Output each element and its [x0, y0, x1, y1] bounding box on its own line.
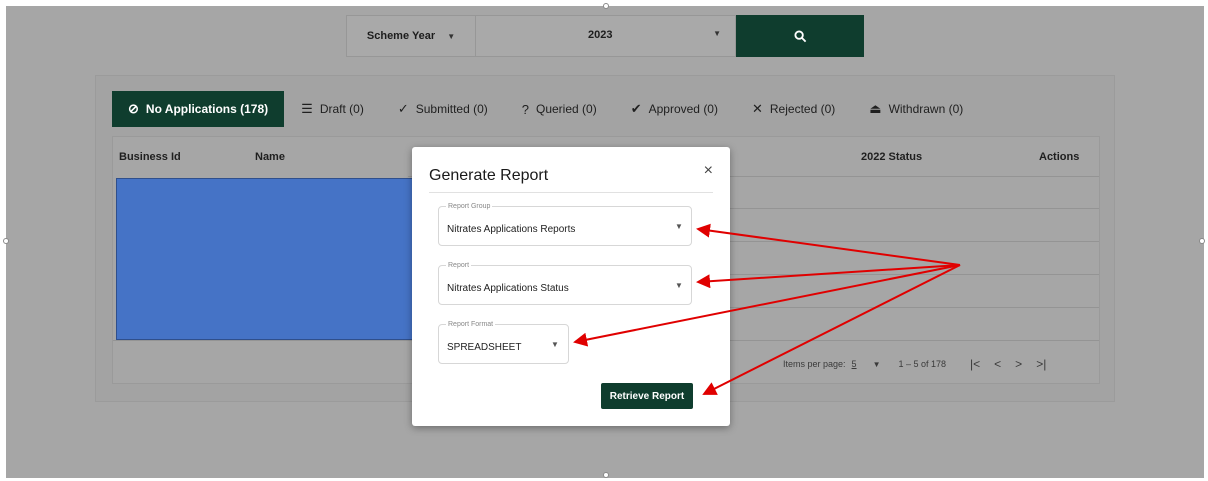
chevron-down-icon[interactable]: ▼ — [873, 360, 881, 369]
dialog-title: Generate Report — [429, 167, 549, 184]
tab-queried[interactable]: ? Queried (0) — [505, 91, 614, 127]
report-group-value: Nitrates Applications Reports — [447, 224, 576, 235]
items-per-page-label: Items per page: — [783, 359, 846, 369]
report-group-select[interactable]: Report Group Nitrates Applications Repor… — [438, 203, 692, 246]
redacted-rows — [116, 178, 416, 340]
resize-handle-bottom — [603, 472, 609, 478]
divider — [429, 192, 713, 193]
paginator: Items per page: 5 ▼ 1 – 5 of 178 |< < > … — [783, 357, 1060, 371]
report-format-select[interactable]: Report Format SPREADSHEET ▼ — [438, 321, 569, 364]
report-format-value: SPREADSHEET — [447, 342, 522, 353]
double-check-icon: ✔ — [630, 101, 642, 116]
scheme-year-select[interactable]: Scheme Year ▼ — [346, 15, 476, 57]
tab-label: Approved (0) — [648, 102, 718, 116]
header-actions: Actions — [1039, 151, 1080, 163]
search-button[interactable] — [736, 15, 864, 57]
year-value: 2023 — [588, 29, 613, 41]
tab-label: Queried (0) — [536, 102, 597, 116]
year-select[interactable]: 2023 ▼ — [476, 15, 736, 57]
question-circle-icon: ? — [521, 101, 529, 117]
x-icon: ✕ — [751, 101, 763, 116]
last-page-button[interactable]: >| — [1036, 357, 1046, 371]
header-2022-status: 2022 Status — [861, 151, 923, 163]
resize-handle-left — [3, 238, 9, 244]
first-page-button[interactable]: |< — [970, 357, 980, 371]
tab-label: Withdrawn (0) — [888, 102, 964, 116]
report-select[interactable]: Report Nitrates Applications Status ▼ — [438, 262, 692, 305]
tab-label: No Applications (178) — [145, 102, 269, 116]
resize-handle-top — [603, 3, 609, 9]
check-icon: ✓ — [397, 101, 409, 116]
circle-slash-icon: ⊘ — [128, 101, 139, 116]
tab-approved[interactable]: ✔ Approved (0) — [614, 91, 735, 127]
tab-submitted[interactable]: ✓ Submitted (0) — [381, 91, 505, 127]
prev-page-button[interactable]: < — [994, 357, 1001, 371]
tab-label: Submitted (0) — [415, 102, 488, 116]
header-business-id: Business Id — [119, 151, 181, 163]
page-range: 1 – 5 of 178 — [898, 359, 947, 369]
scheme-year-label: Scheme Year — [366, 30, 436, 42]
report-label: Report — [446, 262, 472, 269]
chevron-down-icon: ▼ — [551, 340, 559, 349]
filter-bar: Scheme Year ▼ 2023 ▼ — [346, 15, 864, 57]
chevron-down-icon: ▼ — [675, 281, 683, 290]
lines-icon: ☰ — [301, 101, 313, 116]
tab-label: Draft (0) — [319, 102, 364, 116]
search-icon — [793, 29, 806, 42]
chevron-down-icon: ▼ — [447, 31, 456, 41]
tab-rejected[interactable]: ✕ Rejected (0) — [735, 91, 852, 127]
chevron-down-icon: ▼ — [675, 222, 683, 231]
tab-withdrawn[interactable]: ⏏ Withdrawn (0) — [852, 91, 980, 127]
tab-label: Rejected (0) — [769, 102, 836, 116]
header-name: Name — [255, 151, 285, 163]
next-page-button[interactable]: > — [1015, 357, 1022, 371]
report-value: Nitrates Applications Status — [447, 283, 569, 294]
tab-no-applications[interactable]: ⊘ No Applications (178) — [112, 91, 285, 127]
generate-report-dialog: Generate Report × Report Group Nitrates … — [412, 147, 730, 426]
report-format-label: Report Format — [446, 321, 496, 328]
close-icon[interactable]: × — [704, 162, 713, 180]
status-tabs: ⊘ No Applications (178) ☰ Draft (0) ✓ Su… — [112, 91, 980, 127]
report-group-label: Report Group — [446, 203, 493, 210]
retrieve-report-button[interactable]: Retrieve Report — [601, 383, 693, 409]
resize-handle-right — [1199, 238, 1205, 244]
eject-icon: ⏏ — [869, 101, 882, 116]
tab-draft[interactable]: ☰ Draft (0) — [284, 91, 381, 127]
page-size-select[interactable]: 5 — [852, 359, 857, 369]
chevron-down-icon: ▼ — [713, 29, 721, 38]
